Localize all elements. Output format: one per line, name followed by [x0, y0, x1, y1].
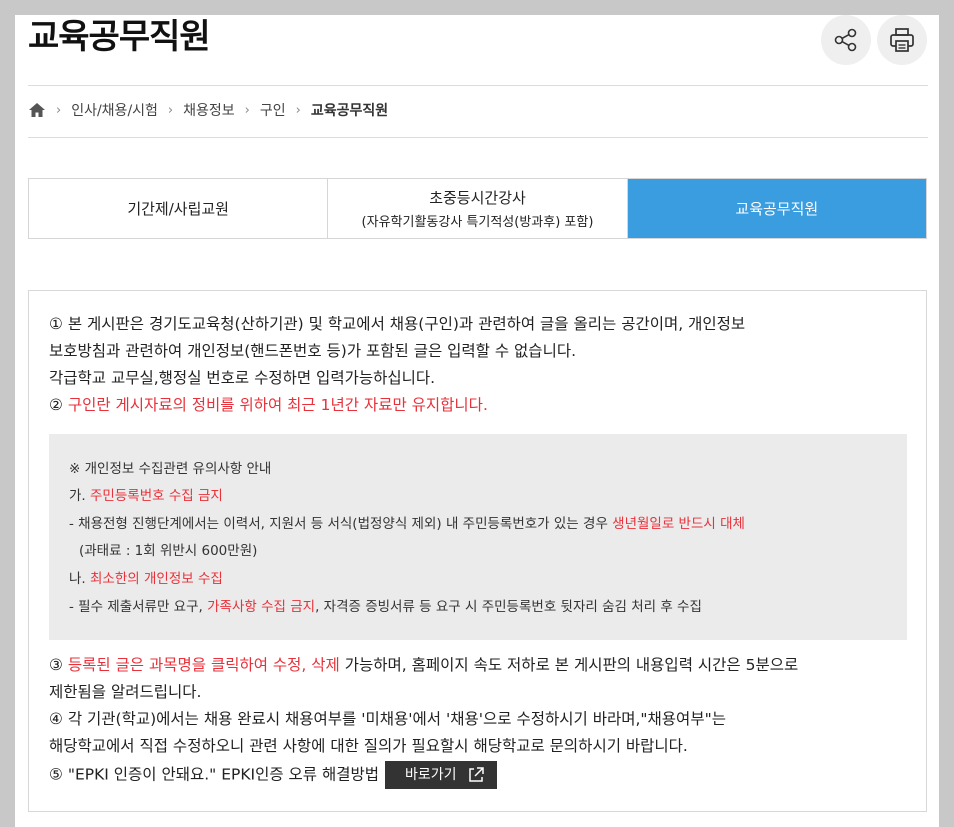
home-icon[interactable] [28, 102, 46, 118]
chevron-right-icon: › [295, 102, 301, 118]
guidance-text: , 자격증 증빙서류 등 요구 시 주민등록번호 뒷자리 숨김 처리 후 수집 [315, 599, 702, 615]
notice-text: 각급학교 교무실,행정실 번호로 수정하면 입력가능하십니다. [49, 369, 436, 387]
share-button[interactable] [821, 15, 871, 65]
external-link-icon [468, 767, 484, 782]
guidance-prefix: 가. [69, 488, 91, 504]
print-button[interactable] [877, 15, 927, 65]
guidance-detail-b: - 필수 제출서류만 요구, 가족사항 수집 금지, 자격증 증빙서류 등 요구… [69, 595, 702, 615]
page: 교육공무직원 › 인사/채용/시험 › 채용정보 › 구인 › 교육공무직원 기… [15, 15, 939, 827]
epki-guide-button[interactable]: 바로가기 [385, 761, 497, 789]
guidance-detail-a: - 채용전형 진행단계에서는 이력서, 지원서 등 서식(법정양식 제외) 내 … [69, 512, 745, 532]
notice-text: ⑤ "EPKI 인증이 안돼요." EPKI인증 오류 해결방법 [49, 765, 380, 784]
share-icon [834, 28, 857, 52]
breadcrumb-current: 교육공무직원 [310, 103, 389, 119]
tab-education-staff[interactable]: 교육공무직원 [627, 179, 926, 238]
notice-highlight: 등록된 글은 과목명을 클릭하여 수정, 삭제 [67, 656, 340, 674]
tab-contract-teacher[interactable]: 기간제/사립교원 [29, 179, 329, 238]
guidance-prefix: 나. [69, 571, 91, 587]
tab-label: 교육공무직원 [735, 200, 819, 218]
notice-paragraph-4: ④ 각 기관(학교)에서는 채용 완료시 채용여부를 '미채용'에서 '채용'으… [49, 710, 726, 728]
chevron-right-icon: › [56, 102, 62, 118]
breadcrumb-item-job-offer[interactable]: 구인 [260, 100, 286, 120]
privacy-guidance-box: ※ 개인정보 수집관련 유의사항 안내 가. 주민등록번호 수집 금지 - 채용… [49, 434, 907, 640]
notice-paragraph-1: ① 본 게시판은 경기도교육청(산하기관) 및 학교에서 채용(구인)과 관련하… [49, 311, 745, 419]
page-title: 교육공무직원 [28, 17, 211, 57]
tab-sublabel: (자유학기활동강사 특기적성(방과후) 포함) [361, 215, 594, 230]
printer-icon [890, 28, 914, 52]
tab-label: 초중등시간강사 [429, 189, 526, 207]
notice-box: ① 본 게시판은 경기도교육청(산하기관) 및 학교에서 채용(구인)과 관련하… [28, 290, 927, 812]
guidance-fine: (과태료 : 1회 위반시 600만원) [79, 543, 258, 559]
category-tabs: 기간제/사립교원 초중등시간강사 (자유학기활동강사 특기적성(방과후) 포함)… [28, 178, 927, 239]
tab-part-time-lecturer[interactable]: 초중등시간강사 (자유학기활동강사 특기적성(방과후) 포함) [328, 179, 628, 238]
divider [28, 137, 928, 138]
notice-text: ① 본 게시판은 경기도교육청(산하기관) 및 학교에서 채용(구인)과 관련하… [49, 315, 746, 333]
guidance-item-b: 나. 최소한의 개인정보 수집 [69, 567, 223, 587]
breadcrumb-item-recruit-info[interactable]: 채용정보 [183, 100, 235, 120]
notice-paragraph-2: ② 구인란 게시자료의 정비를 위하여 최근 1년간 자료만 유지합니다. [49, 392, 745, 419]
guidance-highlight: 생년월일로 반드시 대체 [612, 516, 745, 532]
guidance-item-a: 가. 주민등록번호 수집 금지 [69, 484, 223, 504]
breadcrumb-item-hr[interactable]: 인사/채용/시험 [71, 100, 158, 120]
notice-highlight: 구인란 게시자료의 정비를 위하여 최근 1년간 자료만 유지합니다. [67, 396, 488, 414]
notice-text: 가능하며, 홈페이지 속도 저하로 본 게시판의 내용입력 시간은 5분으로 [339, 656, 799, 674]
notice-text: 보호방침과 관련하여 개인정보(핸드폰번호 등)가 포함된 글은 입력할 수 없… [49, 342, 577, 360]
breadcrumb: › 인사/채용/시험 › 채용정보 › 구인 › 교육공무직원 [28, 99, 388, 121]
guidance-text: - 채용전형 진행단계에서는 이력서, 지원서 등 서식(법정양식 제외) 내 … [69, 516, 613, 532]
tab-label: 기간제/사립교원 [127, 200, 229, 218]
notice-text: 제한됨을 알려드립니다. [49, 683, 202, 701]
guidance-text: - 필수 제출서류만 요구, [69, 599, 208, 615]
notice-number: ③ [49, 656, 68, 674]
guidance-highlight: 가족사항 수집 금지 [207, 599, 316, 615]
button-label: 바로가기 [405, 766, 457, 783]
guidance-highlight: 주민등록번호 수집 금지 [90, 488, 223, 504]
chevron-right-icon: › [167, 102, 174, 118]
divider [28, 85, 928, 86]
guidance-highlight: 최소한의 개인정보 수집 [90, 571, 223, 587]
notice-number: ② [49, 396, 68, 414]
notice-paragraph-5: ⑤ "EPKI 인증이 안돼요." EPKI인증 오류 해결방법 바로가기 [49, 761, 798, 789]
chevron-right-icon: › [244, 102, 250, 118]
notice-text: 해당학교에서 직접 수정하오니 관련 사항에 대한 질의가 필요할시 해당학교로… [49, 737, 688, 755]
guidance-heading: ※ 개인정보 수집관련 유의사항 안내 [69, 461, 272, 477]
notice-line: ③ 등록된 글은 과목명을 클릭하여 수정, 삭제 가능하며, 홈페이지 속도 … [49, 652, 798, 679]
notice-paragraph-3: ③ 등록된 글은 과목명을 클릭하여 수정, 삭제 가능하며, 홈페이지 속도 … [49, 652, 798, 789]
